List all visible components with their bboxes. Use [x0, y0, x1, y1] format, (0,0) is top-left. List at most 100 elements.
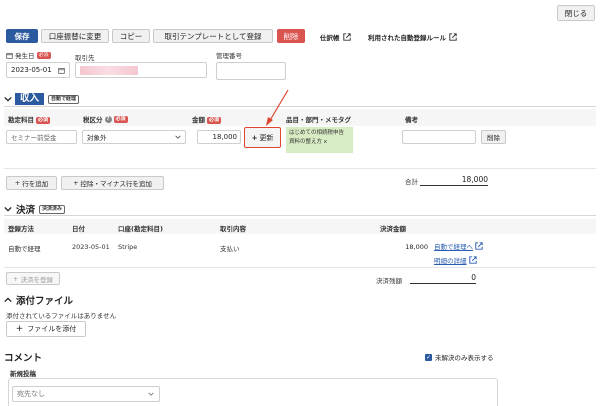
detail-link[interactable]: 明細の詳細: [434, 255, 477, 265]
attachments-section-title[interactable]: 添付ファイル: [4, 293, 73, 307]
settlement-account-value: Stripe: [118, 243, 138, 251]
new-post-label: 新規投稿: [10, 370, 36, 378]
journal-link-label: 仕訳帳: [320, 34, 340, 42]
calendar-icon: [6, 52, 13, 59]
recipient-select[interactable]: 宛先なし: [12, 386, 160, 402]
settlement-method-value: 自動で経理: [8, 245, 41, 253]
auto-accounting-link[interactable]: 自動で経理へ: [434, 241, 483, 251]
attach-file-label: ファイルを添付: [27, 325, 77, 333]
items-column-header: 品目・部門・メモタグ: [286, 116, 351, 124]
tag-item-2: 資料の整え方 x: [289, 139, 328, 145]
save-button[interactable]: 保存: [6, 29, 38, 43]
auto-accounting-link-label: 自動で経理へ: [434, 243, 473, 251]
tax-select-value: 対象外: [87, 134, 107, 142]
required-badge: 必須: [36, 51, 51, 59]
copy-button[interactable]: コピー: [112, 29, 150, 43]
account-column-header: 勘定科目 必須: [8, 114, 51, 124]
plus-icon: +: [15, 324, 24, 334]
close-button[interactable]: 閉じる: [557, 5, 595, 21]
add-row-button[interactable]: + 行を追加: [6, 176, 57, 190]
comments-section-title: コメント: [4, 353, 43, 364]
change-transfer-button[interactable]: 口座振替に変更: [41, 29, 109, 43]
date-label-text: 発生日: [15, 52, 35, 60]
checkbox-checked-icon[interactable]: ✓: [425, 353, 432, 361]
unresolved-only-toggle[interactable]: ✓ 未解決のみ表示する: [425, 352, 494, 362]
account-column-text: 勘定科目: [8, 116, 34, 124]
attach-file-button[interactable]: + ファイルを添付: [6, 321, 86, 337]
external-link-icon: [468, 256, 477, 264]
auto-rule-link[interactable]: 利用された自動登録ルール: [368, 32, 457, 42]
notes-column-header: 備考: [405, 116, 418, 124]
external-link-icon: [342, 33, 351, 41]
unresolved-only-label: 未解決のみ表示する: [435, 354, 494, 362]
date-label: 発生日 必須: [6, 50, 51, 60]
required-badge: 必須: [36, 116, 51, 124]
no-attachments-text: 添付されているファイルはありません: [6, 312, 117, 320]
method-column-header: 登録方法: [8, 225, 34, 233]
settlement-amount-column-header: 決済金額: [380, 225, 406, 233]
settlement-divider: [4, 215, 596, 216]
chevron-down-icon: [4, 206, 12, 212]
register-template-button[interactable]: 取引テンプレートとして登録: [153, 29, 273, 43]
required-badge: 必須: [113, 115, 128, 123]
chevron-up-icon: [4, 297, 12, 303]
total-value: 18,000: [420, 175, 488, 186]
update-button-label: 更新: [259, 133, 274, 142]
help-icon[interactable]: ?: [104, 115, 112, 123]
delete-button[interactable]: 削除: [277, 29, 305, 43]
add-deduction-row-button[interactable]: + 控除・マイナス行を追加: [61, 176, 164, 190]
plus-icon: +: [73, 179, 79, 187]
account-input[interactable]: セミナー前受金: [6, 130, 77, 144]
chevron-down-icon: [148, 392, 154, 396]
settlement-amount-value: 18,000: [405, 243, 428, 251]
redacted-partner-name: [80, 65, 138, 75]
amount-value: 18,000: [212, 133, 238, 141]
amount-input[interactable]: 18,000: [197, 130, 241, 144]
partner-input[interactable]: [75, 62, 207, 78]
settlement-row-divider: [4, 267, 596, 268]
date-input[interactable]: 2023-05-01: [6, 62, 70, 78]
settlement-date-value: 2023-05-01: [72, 243, 110, 251]
items-tag-box[interactable]: はじめての相続税申告 資料の整え方 x: [286, 127, 353, 153]
chevron-down-icon: [4, 96, 12, 102]
attachments-title: 添付ファイル: [16, 296, 74, 307]
tag-item-1: はじめての相続税申告: [289, 130, 345, 136]
control-number-input[interactable]: [216, 62, 286, 80]
balance-value: 0: [410, 273, 476, 284]
settlement-title: 決済: [16, 205, 36, 216]
tax-select[interactable]: 対象外: [82, 130, 186, 144]
settled-status-tag: 決済済み: [39, 204, 66, 214]
tax-column-header: 税区分 ? 必須: [83, 114, 128, 124]
plus-icon: +: [14, 179, 21, 187]
add-deduction-row-label: 控除・マイナス行を追加: [80, 180, 152, 188]
content-column-header: 取引内容: [220, 225, 246, 233]
control-number-label: 管理番号: [216, 52, 242, 60]
chevron-down-icon: [175, 135, 181, 139]
balance-label: 決済残額: [376, 277, 402, 285]
total-label: 合計: [405, 178, 418, 186]
settlement-account-column-header: 口座(勘定科目): [118, 225, 163, 233]
external-link-icon: [475, 242, 483, 250]
row-delete-button[interactable]: 削除: [481, 130, 506, 144]
settlement-content-value: 支払い: [220, 245, 240, 253]
recipient-placeholder: 宛先なし: [17, 390, 45, 398]
date-value: 2023-05-01: [11, 66, 52, 74]
income-title: 収入: [15, 93, 45, 105]
journal-link[interactable]: 仕訳帳: [320, 32, 351, 42]
required-badge: 必須: [207, 116, 222, 124]
income-divider: [4, 106, 596, 107]
update-button[interactable]: + 更新: [244, 127, 281, 148]
income-section-title[interactable]: 収入 自動で経理: [4, 93, 80, 105]
calendar-icon: [58, 67, 65, 74]
settlement-section-title[interactable]: 決済 決済済み: [4, 202, 66, 216]
auto-accounting-tag: 自動で経理: [48, 94, 80, 104]
register-settlement-button[interactable]: + 決済を登録: [6, 272, 60, 285]
annotation-arrow-icon: [266, 89, 289, 126]
partner-label: 取引先: [75, 54, 95, 62]
amount-column-header: 金額 必須: [192, 114, 222, 124]
notes-input[interactable]: [402, 130, 476, 144]
settlement-table-header: [4, 219, 596, 234]
external-link-icon: [449, 33, 457, 41]
register-settlement-label: 決済を登録: [20, 275, 53, 284]
detail-link-label: 明細の詳細: [434, 257, 467, 265]
